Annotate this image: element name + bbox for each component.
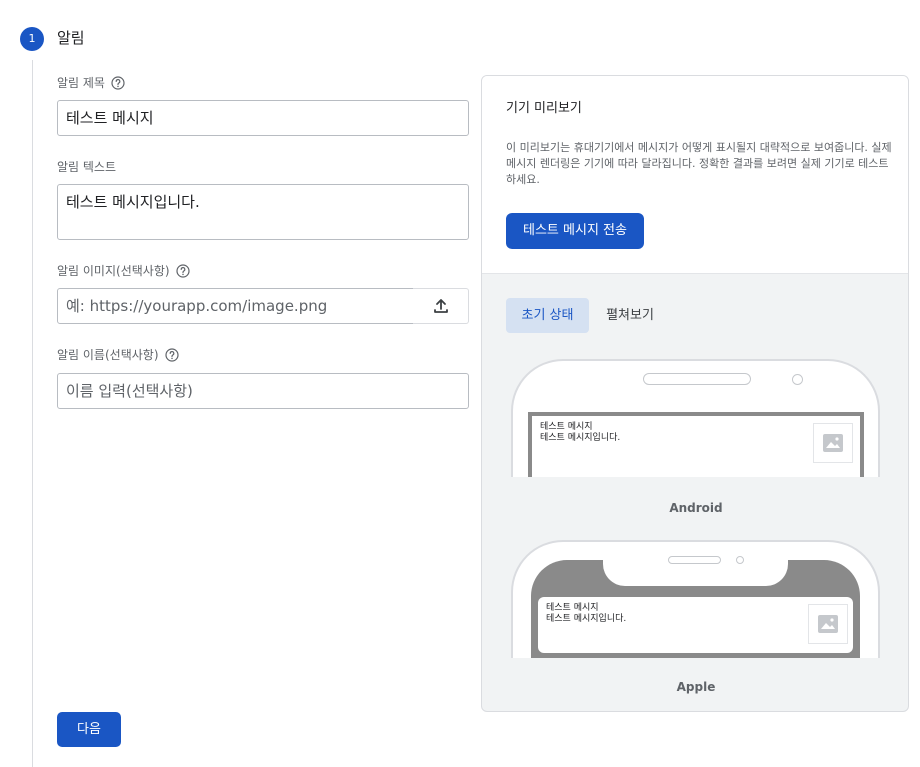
tab-expanded[interactable]: 펼쳐보기 (595, 298, 665, 333)
apple-screen: 테스트 메시지 테스트 메시지입니다. (531, 558, 860, 658)
notification-title-input[interactable]: 테스트 메시지 (57, 100, 469, 136)
notification-text-label: 알림 텍스트 (57, 159, 116, 175)
apple-notification-title: 테스트 메시지 (546, 603, 599, 613)
notification-composer: 1 알림 알림 제목 테스트 메시지 알림 텍스트 테스트 메시지입니다. 알림… (0, 0, 920, 767)
upload-image-button[interactable] (413, 288, 469, 324)
apple-notification: 테스트 메시지 테스트 메시지입니다. (538, 597, 853, 653)
image-placeholder-icon (808, 604, 848, 644)
tab-initial-state[interactable]: 초기 상태 (506, 298, 589, 333)
step-connector-line (32, 60, 33, 767)
notification-title-label: 알림 제목 (57, 75, 125, 91)
help-circle-icon[interactable] (111, 76, 125, 90)
phone-camera (736, 556, 744, 564)
notification-name-label-text: 알림 이름(선택사항) (57, 348, 159, 362)
step-number-badge: 1 (20, 27, 44, 51)
android-label: Android (669, 501, 723, 515)
help-circle-icon[interactable] (175, 264, 190, 278)
apple-phone-mockup: 테스트 메시지 테스트 메시지입니다. (511, 540, 880, 658)
phone-speaker (668, 556, 721, 564)
notification-image-label-text: 알림 이미지(선택사항) (57, 264, 170, 278)
notification-name-label: 알림 이름(선택사항) (57, 347, 179, 363)
send-test-message-button[interactable]: 테스트 메시지 전송 (506, 213, 644, 249)
help-circle-icon[interactable] (164, 348, 179, 362)
preview-title: 기기 미리보기 (506, 101, 582, 116)
upload-icon (432, 297, 450, 315)
notification-text-label-text: 알림 텍스트 (57, 160, 117, 174)
android-notification-body: 테스트 메시지입니다. (540, 433, 621, 443)
next-button[interactable]: 다음 (57, 712, 121, 747)
notification-text-input[interactable]: 테스트 메시지입니다. (57, 184, 469, 240)
notification-image-label: 알림 이미지(선택사항) (57, 263, 190, 279)
image-placeholder-icon (813, 423, 853, 463)
device-preview-panel: 기기 미리보기 이 미리보기는 휴대기기에서 메시지가 어떻게 표시될지 대략적… (481, 75, 909, 712)
android-notification: 테스트 메시지 테스트 메시지입니다. (532, 416, 860, 477)
phone-camera (792, 374, 803, 385)
apple-label: Apple (676, 680, 716, 694)
notification-image-url-input[interactable]: 예: https://yourapp.com/image.png (57, 288, 414, 324)
preview-header: 기기 미리보기 이 미리보기는 휴대기기에서 메시지가 어떻게 표시될지 대략적… (482, 76, 908, 274)
android-notification-title: 테스트 메시지 (540, 422, 593, 432)
android-screen: 테스트 메시지 테스트 메시지입니다. (528, 412, 864, 477)
android-phone-mockup: 테스트 메시지 테스트 메시지입니다. (511, 359, 880, 477)
step-title: 알림 (57, 29, 85, 47)
notification-title-label-text: 알림 제목 (57, 76, 105, 90)
apple-notification-body: 테스트 메시지입니다. (546, 614, 627, 624)
preview-description: 이 미리보기는 휴대기기에서 메시지가 어떻게 표시될지 대략적으로 보여줍니다… (506, 141, 892, 186)
notification-name-input[interactable]: 이름 입력(선택사항) (57, 373, 469, 409)
phone-speaker (643, 373, 751, 385)
